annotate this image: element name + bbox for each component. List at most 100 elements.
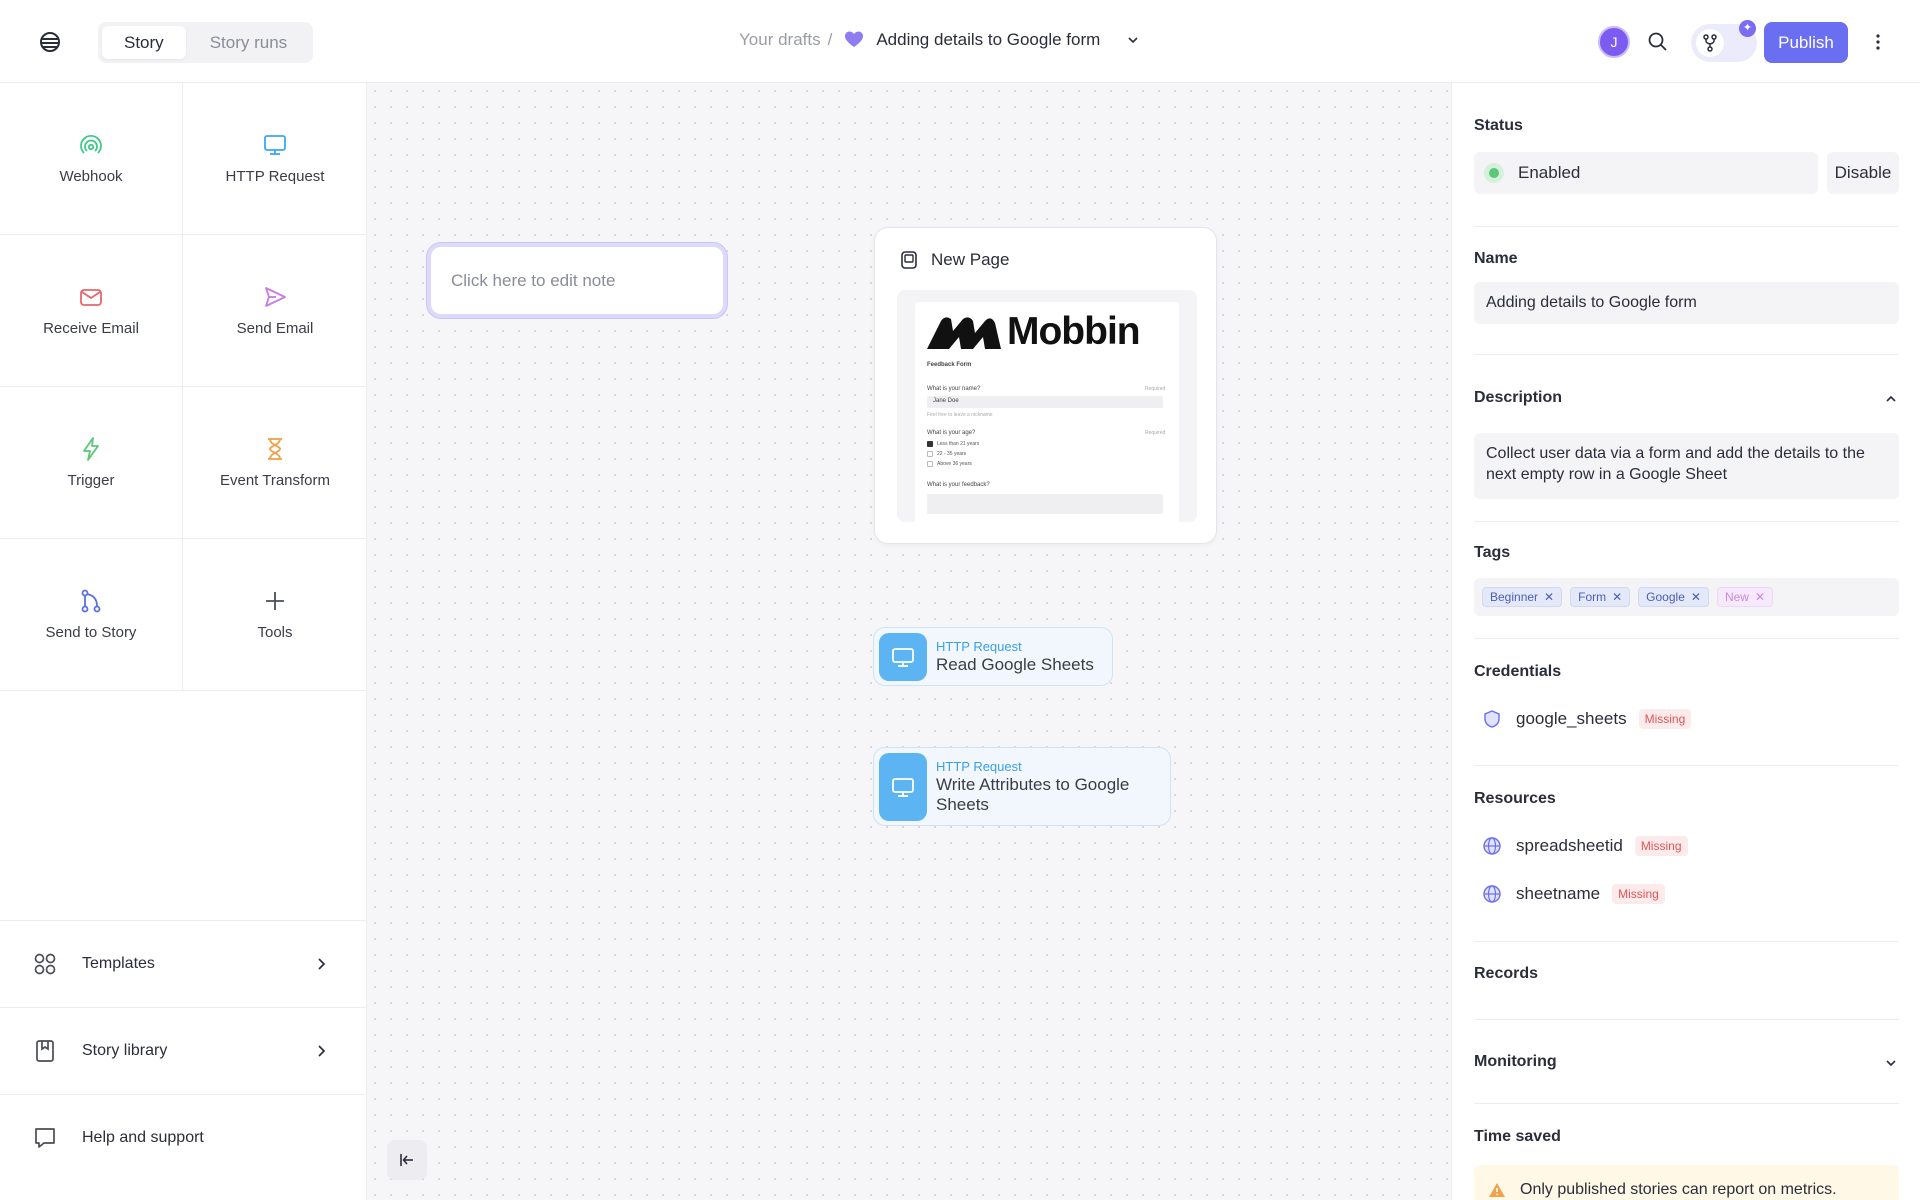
mobbin-logo-icon	[927, 317, 1001, 349]
status-field[interactable]: Enabled	[1474, 152, 1818, 194]
close-icon[interactable]: ✕	[1612, 587, 1622, 607]
monitoring-label[interactable]: Monitoring	[1474, 1053, 1899, 1071]
shield-icon	[1484, 710, 1500, 728]
globe-icon	[1483, 837, 1501, 855]
chevron-down-icon[interactable]	[1126, 33, 1140, 47]
tool-label: Event Transform	[219, 472, 331, 489]
monitor-icon	[892, 648, 914, 667]
more-options-icon[interactable]	[1868, 30, 1888, 54]
tool-label: Tools	[257, 624, 293, 641]
tool-http-request[interactable]: HTTP Request	[183, 83, 367, 235]
story-canvas[interactable]: Click here to edit note New Page Mobbin …	[367, 83, 1451, 1200]
credentials-label: Credentials	[1474, 663, 1562, 680]
preview-q2-opt3: Above 36 years	[937, 461, 972, 467]
credential-item[interactable]: google_sheets Missing	[1482, 709, 1692, 729]
nav-templates[interactable]: Templates	[0, 920, 366, 1007]
divider	[1474, 226, 1899, 227]
tag-chip[interactable]: Beginner ✕	[1482, 587, 1563, 607]
close-icon[interactable]: ✕	[1544, 587, 1554, 607]
sparkle-icon: ✦	[1739, 20, 1756, 37]
nav-story-library[interactable]: Story library	[0, 1007, 366, 1094]
nav-label: Story library	[82, 1042, 168, 1059]
records-label[interactable]: Records	[1474, 965, 1899, 983]
name-field[interactable]: Adding details to Google form	[1474, 282, 1899, 324]
story-title[interactable]: Adding details to Google form	[876, 30, 1100, 50]
bolt-icon	[83, 437, 99, 461]
action-kind: HTTP Request	[936, 639, 1022, 654]
page-card-header: New Page	[899, 250, 1009, 270]
tool-label: Send Email	[236, 320, 314, 337]
tag-chip[interactable]: Form ✕	[1570, 587, 1631, 607]
collapse-panel-button[interactable]	[387, 1140, 427, 1180]
page-card[interactable]: New Page Mobbin Feedback Form What is yo…	[874, 227, 1217, 544]
metrics-warning: Only published stories can report on met…	[1474, 1165, 1899, 1200]
breadcrumb-drafts[interactable]: Your drafts	[739, 30, 821, 50]
tag-label: Google	[1646, 590, 1685, 604]
fork-icon	[1703, 34, 1717, 52]
send-icon	[265, 287, 286, 307]
preview-q2-opt2: 22 - 35 years	[937, 451, 967, 457]
action-title: Write Attributes to Google Sheets	[936, 775, 1130, 814]
tag-chip[interactable]: Google ✕	[1638, 587, 1709, 607]
preview-form: Mobbin Feedback Form What is your name? …	[915, 302, 1179, 522]
missing-badge: Missing	[1638, 709, 1692, 729]
plus-icon	[266, 592, 284, 610]
preview-radio	[927, 461, 933, 467]
tool-send-email[interactable]: Send Email	[183, 235, 367, 387]
status-label: Status	[1474, 117, 1523, 134]
action-write-attributes[interactable]: HTTP Request Write Attributes to Google …	[873, 747, 1171, 826]
tag-label: Form	[1578, 590, 1607, 604]
avatar[interactable]: J	[1598, 26, 1630, 58]
chevron-up-icon[interactable]	[1884, 392, 1898, 406]
close-icon[interactable]: ✕	[1691, 587, 1701, 607]
tag-chip[interactable]: New ✕	[1716, 587, 1774, 607]
divider	[1474, 1103, 1899, 1104]
tool-send-to-story[interactable]: Send to Story	[0, 539, 183, 691]
preview-q1-required: Required	[1145, 386, 1166, 392]
description-field[interactable]: Collect user data via a form and add the…	[1474, 433, 1899, 499]
tool-trigger[interactable]: Trigger	[0, 387, 183, 539]
nav-help-support[interactable]: Help and support	[0, 1094, 366, 1181]
breadcrumb: Your drafts / Adding details to Google f…	[739, 30, 1140, 50]
note-card[interactable]: Click here to edit note	[427, 243, 727, 318]
publish-button[interactable]: Publish	[1764, 22, 1848, 63]
action-icon-box	[879, 753, 927, 821]
search-icon[interactable]	[1645, 29, 1671, 55]
heart-icon	[845, 31, 864, 47]
action-icon-box	[879, 633, 927, 681]
preview-q3: What is your feedback?	[927, 482, 990, 488]
disable-button[interactable]: Disable	[1827, 152, 1899, 194]
preview-q1-value: Jane Doe	[933, 398, 959, 404]
tool-webhook[interactable]: Webhook	[0, 83, 183, 235]
tab-story[interactable]: Story	[102, 26, 186, 59]
action-read-google-sheets[interactable]: HTTP Request Read Google Sheets	[873, 627, 1113, 686]
missing-badge: Missing	[1612, 884, 1665, 904]
monitor-icon	[264, 135, 286, 155]
divider	[1474, 521, 1899, 522]
action-kind: HTTP Request	[936, 759, 1022, 774]
warning-text: Only published stories can report on met…	[1520, 1181, 1837, 1198]
resource-item[interactable]: spreadsheetid Missing	[1482, 836, 1688, 856]
chevron-right-icon	[318, 958, 326, 970]
tags-field[interactable]: Beginner ✕ Form ✕ Google ✕ New ✕	[1474, 578, 1899, 616]
nav-label: Help and support	[82, 1129, 204, 1146]
app-logo-icon[interactable]	[36, 28, 64, 56]
divider	[1474, 354, 1899, 355]
tool-tools[interactable]: Tools	[183, 539, 367, 691]
monitor-icon	[892, 778, 914, 797]
chevron-down-icon[interactable]	[1884, 1056, 1898, 1070]
action-title: Read Google Sheets	[936, 655, 1094, 674]
top-bar: Story Story runs Your drafts / Adding de…	[0, 0, 1920, 83]
tool-label: Trigger	[67, 472, 115, 489]
resource-item[interactable]: sheetname Missing	[1482, 884, 1665, 904]
page-icon	[901, 251, 917, 269]
tab-story-runs[interactable]: Story runs	[188, 26, 309, 59]
tool-event-transform[interactable]: Event Transform	[183, 387, 367, 539]
ai-assistant-button[interactable]: ✦	[1691, 20, 1757, 62]
close-icon[interactable]: ✕	[1755, 587, 1765, 607]
tool-receive-email[interactable]: Receive Email	[0, 235, 183, 387]
missing-badge: Missing	[1634, 836, 1688, 856]
book-icon	[36, 1040, 54, 1062]
branch-icon-holder	[1696, 29, 1724, 57]
tag-label: New	[1724, 590, 1749, 604]
